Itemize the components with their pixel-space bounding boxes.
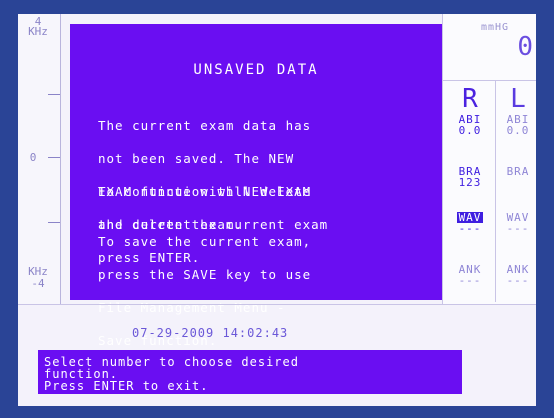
dialog-line: To continue with NEW EXAM	[98, 184, 312, 199]
monitor-screen: 4 KHz 0 KHz -4 UNSAVED DATA The current …	[18, 14, 536, 406]
right-abi-value: 0.0	[458, 124, 482, 137]
panel-divider	[443, 80, 536, 81]
scale-bottom-unit: KHz	[28, 265, 48, 278]
scale-tick	[48, 157, 60, 158]
dialog-title: UNSAVED DATA	[193, 62, 319, 78]
left-abi[interactable]: ABI 0.0	[495, 114, 536, 136]
scale-mid-label: 0	[29, 151, 37, 164]
dialog-paragraph-save: To save the current exam, press the SAVE…	[98, 214, 438, 368]
left-wav-value: ---	[506, 222, 530, 235]
right-abi[interactable]: ABI 0.0	[447, 114, 493, 136]
dialog-line: not been saved. The NEW	[98, 151, 295, 166]
right-wav[interactable]: WAV ---	[447, 212, 493, 234]
dialog-line: press the SAVE key to use	[98, 267, 312, 282]
right-bra-value: 123	[458, 176, 482, 189]
left-side-label: L	[510, 84, 526, 114]
right-bra[interactable]: BRA 123	[447, 166, 493, 188]
timestamp: 07-29-2009 14:02:43	[132, 326, 289, 340]
scale-top-unit: KHz	[28, 25, 48, 38]
left-ank[interactable]: ANK ---	[495, 264, 536, 286]
screen-divider	[18, 304, 536, 305]
left-bra[interactable]: BRA	[495, 166, 536, 177]
left-wav[interactable]: WAV ---	[495, 212, 536, 234]
left-bra-label: BRA	[506, 165, 530, 178]
right-ank[interactable]: ANK ---	[447, 264, 493, 286]
frequency-scale: 4 KHz 0 KHz -4	[18, 14, 61, 304]
scale-tick	[48, 94, 60, 95]
right-ank-value: ---	[458, 274, 482, 287]
left-abi-value: 0.0	[506, 124, 530, 137]
instruction-prompt: Select number to choose desired function…	[38, 350, 462, 394]
left-ank-value: ---	[506, 274, 530, 287]
scale-tick	[48, 222, 60, 223]
pressure-panel: mmHG 0 R L ABI 0.0 ABI 0.0 BRA 123 BRA W…	[442, 14, 536, 304]
prompt-line: Press ENTER to exit.	[44, 379, 209, 393]
right-wav-value: ---	[458, 222, 482, 235]
unsaved-data-dialog: UNSAVED DATA The current exam data has n…	[70, 24, 442, 347]
right-side-label: R	[462, 84, 478, 114]
pressure-value: 0	[517, 32, 533, 62]
device-bezel: 4 KHz 0 KHz -4 UNSAVED DATA The current …	[0, 0, 554, 418]
dialog-line: To save the current exam,	[98, 234, 312, 249]
scale-bottom-number: -4	[31, 277, 45, 290]
dialog-line: The current exam data has	[98, 118, 312, 133]
